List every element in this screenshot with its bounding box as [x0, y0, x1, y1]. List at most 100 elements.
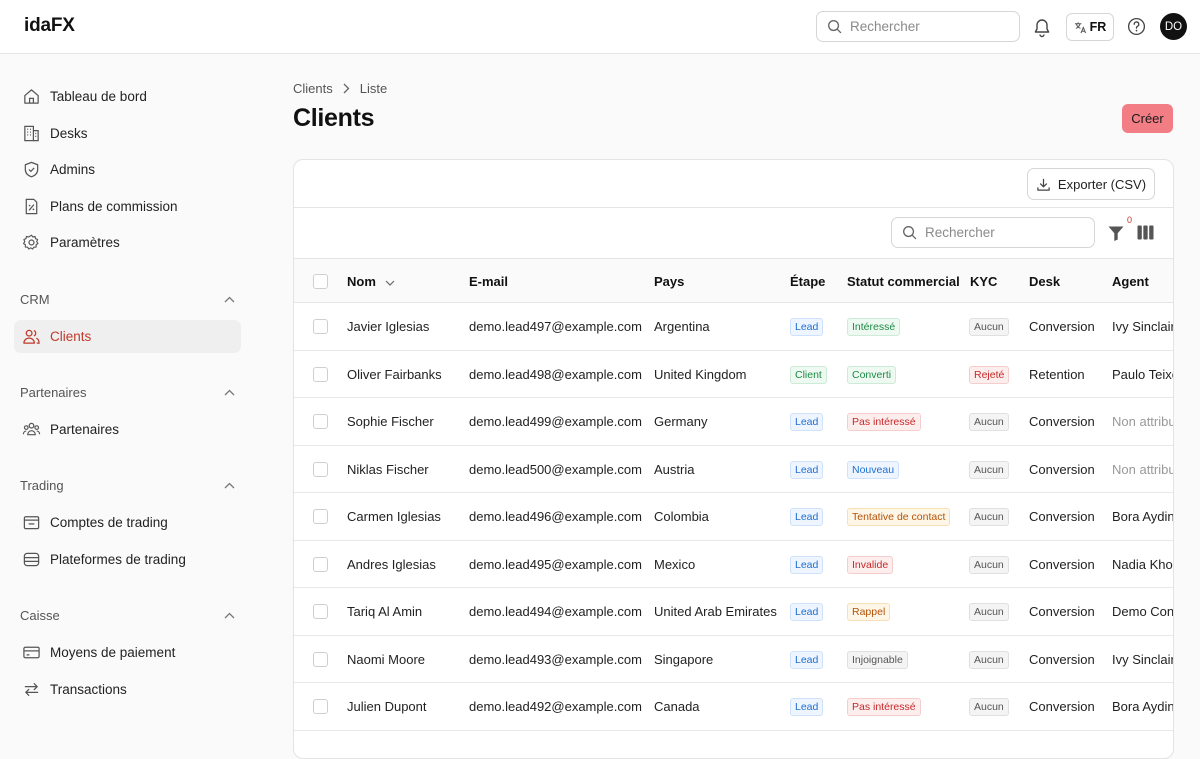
client-name[interactable]: Niklas Fischer	[347, 462, 429, 477]
table-row[interactable]: Naomi Moore demo.lead493@example.com Singa…	[294, 636, 1174, 683]
client-name[interactable]: Andres Iglesias	[347, 557, 436, 572]
client-agent: Nadia Khou	[1112, 556, 1174, 572]
app-logo[interactable]: idaFX	[24, 15, 75, 37]
section-cashier[interactable]: Caisse	[20, 608, 235, 623]
sidebar-item-admins[interactable]: Admins	[14, 153, 241, 186]
breadcrumb-current: Liste	[359, 81, 388, 96]
column-header-email[interactable]: E-mail	[469, 274, 508, 289]
sales-status-badge: Converti	[847, 365, 897, 384]
stage-badge: Lead	[790, 603, 824, 621]
client-country: Austria	[654, 461, 695, 477]
client-name[interactable]: Carmen Iglesias	[347, 509, 441, 524]
column-header-label: Nom	[347, 274, 376, 289]
sidebar-item-trading-platforms[interactable]: Plateformes de trading	[14, 543, 241, 576]
column-header-nom[interactable]: Nom	[347, 274, 395, 289]
column-header-agent[interactable]: Agent	[1112, 274, 1149, 289]
client-desk: Conversion	[1029, 414, 1095, 429]
row-checkbox[interactable]	[313, 319, 328, 334]
columns-icon[interactable]	[1137, 225, 1154, 240]
breadcrumb-link-clients[interactable]: Clients	[293, 81, 333, 96]
row-checkbox[interactable]	[313, 366, 328, 382]
client-name[interactable]: Sophie Fischer	[347, 414, 434, 429]
sidebar-item-label: Clients	[50, 329, 92, 344]
sidebar-item-desks[interactable]: Desks	[14, 117, 241, 150]
column-header-etape[interactable]: Étape	[790, 274, 825, 289]
table-row[interactable]: Andres Iglesias demo.lead495@example.com M…	[294, 541, 1174, 588]
client-country: Canada	[654, 699, 700, 714]
sidebar-item-label: Partenaires	[50, 422, 120, 437]
sidebar-item-commission-plans[interactable]: Plans de commission	[14, 190, 241, 223]
table-row[interactable]: Sophie Fischer demo.lead499@example.com Ge…	[294, 398, 1173, 446]
client-country: United Kingdom	[654, 366, 747, 382]
sidebar-item-trading-accounts[interactable]: Comptes de trading	[14, 506, 241, 539]
table-search-input[interactable]	[925, 225, 1075, 240]
chevron-up-icon	[224, 296, 235, 303]
top-bar: idaFX FR DO	[0, 0, 1200, 54]
sales-status-badge: Invalide	[847, 555, 894, 574]
client-agent: Ivy Sinclair	[1112, 651, 1174, 667]
section-crm[interactable]: CRM	[20, 292, 235, 307]
search-icon	[828, 20, 842, 34]
sales-status-badge: Tentative de contact	[847, 508, 951, 526]
client-email: demo.lead499@example.com	[469, 414, 642, 429]
client-name[interactable]: Julien Dupont	[347, 699, 427, 714]
select-all-checkbox[interactable]	[313, 274, 328, 289]
language-switcher[interactable]: FR	[1066, 13, 1114, 41]
table-row[interactable]: Tariq Al Amin demo.lead494@example.com Uni…	[294, 588, 1173, 636]
row-checkbox[interactable]	[313, 699, 328, 714]
kyc-badge: Aucun	[969, 508, 1009, 526]
row-checkbox[interactable]	[313, 509, 328, 524]
table-row[interactable]: Niklas Fischer demo.lead500@example.com Au…	[294, 446, 1173, 493]
row-checkbox[interactable]	[313, 414, 328, 429]
kyc-badge: Aucun	[969, 318, 1009, 336]
bell-icon[interactable]	[1032, 16, 1052, 38]
column-header-pays[interactable]: Pays	[654, 274, 684, 289]
client-name[interactable]: Oliver Fairbanks	[347, 367, 442, 382]
stage-badge: Lead	[790, 318, 824, 336]
global-search-input[interactable]	[850, 19, 1000, 34]
row-checkbox[interactable]	[313, 604, 328, 619]
user-avatar[interactable]: DO	[1160, 13, 1187, 40]
table-row[interactable]: Oliver Fairbanks demo.lead498@example.com…	[294, 351, 1173, 398]
client-desk: Conversion	[1029, 461, 1095, 477]
filter-icon[interactable]	[1107, 224, 1125, 242]
sidebar-item-payment-methods[interactable]: Moyens de paiement	[14, 636, 241, 669]
row-checkbox[interactable]	[313, 461, 328, 477]
chevron-up-icon	[224, 612, 235, 619]
table-row[interactable]: Javier Iglesias demo.lead497@example.com A…	[294, 303, 1173, 351]
row-checkbox[interactable]	[313, 651, 328, 667]
client-country: Mexico	[654, 556, 696, 572]
client-name[interactable]: Naomi Moore	[347, 652, 425, 667]
help-icon[interactable]	[1127, 17, 1146, 36]
section-trading[interactable]: Trading	[20, 478, 235, 493]
section-partners[interactable]: Partenaires	[20, 385, 235, 400]
row-checkbox[interactable]	[313, 556, 328, 572]
column-header-kyc[interactable]: KYC	[970, 274, 997, 289]
column-header-statut[interactable]: Statut commercial	[847, 274, 960, 289]
column-header-desk[interactable]: Desk	[1029, 274, 1060, 289]
sidebar-item-clients[interactable]: Clients	[14, 320, 241, 353]
export-csv-button[interactable]: Exporter (CSV)	[1027, 168, 1155, 200]
section-title: CRM	[20, 292, 50, 307]
table-search[interactable]	[891, 217, 1095, 248]
sidebar-item-label: Moyens de paiement	[50, 645, 176, 660]
client-country: United Arab Emirates	[654, 604, 777, 619]
sidebar-item-partners[interactable]: Partenaires	[14, 413, 241, 446]
sidebar-item-dashboard[interactable]: Tableau de bord	[14, 80, 241, 113]
sidebar-item-label: Comptes de trading	[50, 515, 168, 530]
export-label: Exporter (CSV)	[1057, 176, 1147, 192]
sidebar-item-settings[interactable]: Paramètres	[14, 226, 241, 259]
page-title: Clients	[293, 104, 375, 132]
table-row[interactable]: Carmen Iglesias demo.lead496@example.com C…	[294, 493, 1173, 541]
global-search[interactable]	[816, 11, 1020, 42]
table-row[interactable]: Julien Dupont demo.lead492@example.com Can…	[294, 683, 1173, 731]
client-email: demo.lead497@example.com	[469, 319, 642, 334]
client-desk: Conversion	[1029, 651, 1095, 667]
client-name[interactable]: Tariq Al Amin	[347, 604, 422, 619]
breadcrumb: Clients Liste	[293, 81, 387, 96]
sidebar-item-transactions[interactable]: Transactions	[14, 673, 241, 706]
client-name[interactable]: Javier Iglesias	[347, 319, 429, 334]
create-button[interactable]: Créer	[1122, 104, 1173, 133]
section-title: Caisse	[20, 608, 60, 623]
client-email: demo.lead494@example.com	[469, 604, 642, 619]
